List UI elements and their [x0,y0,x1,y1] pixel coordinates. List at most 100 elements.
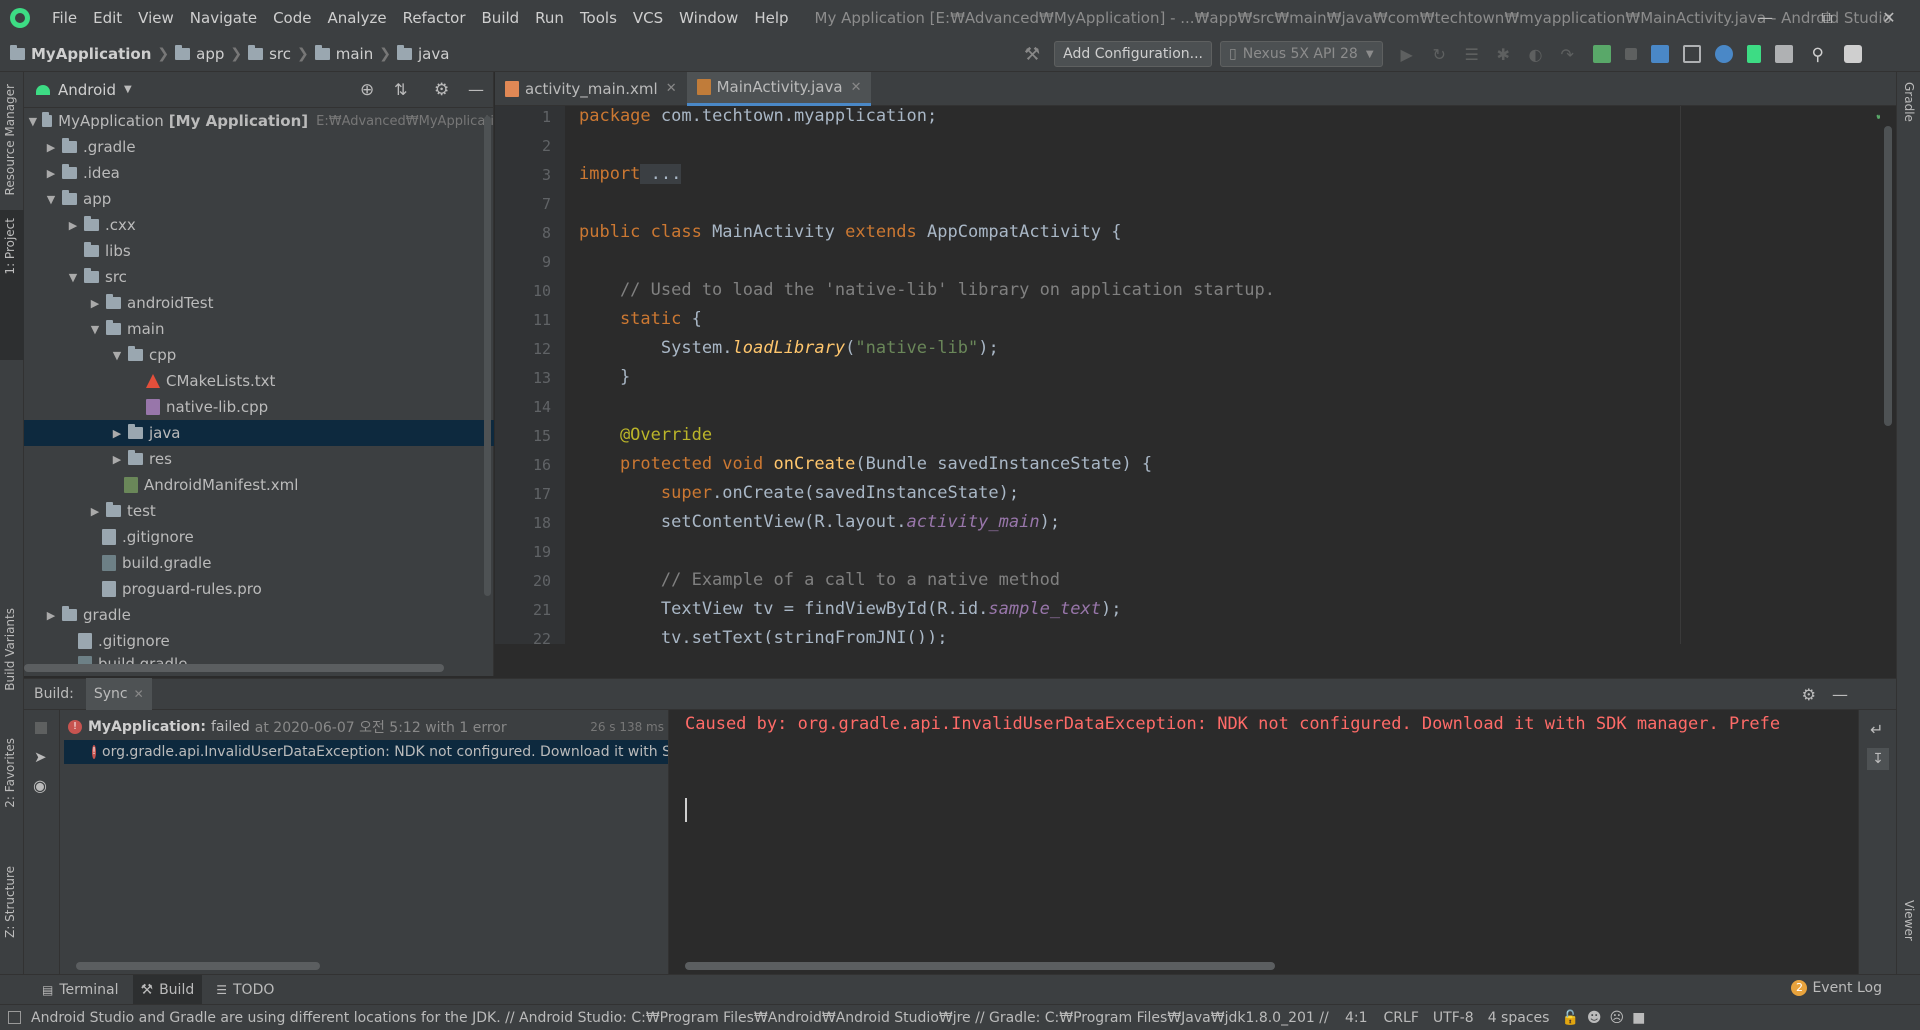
chevron-down-icon[interactable]: ▼ [124,84,132,95]
tab-todo[interactable]: ☰ TODO [216,982,274,998]
menu-file[interactable]: File [44,0,85,36]
favorites-tab[interactable]: 2: Favorites [3,738,17,808]
sdk-manager-icon[interactable] [1714,45,1733,63]
tab-main-activity[interactable]: MainActivity.java ✕ [686,71,872,106]
vertical-scrollbar[interactable] [484,116,491,596]
menu-tools[interactable]: Tools [572,0,625,36]
close-tab-icon[interactable]: ✕ [666,81,677,96]
build-tree-root[interactable]: ! MyApplication: failed at 2020-06-07 오전… [68,716,664,738]
editor-scrollbar-track[interactable] [1880,106,1896,644]
collapsed-arrow-icon[interactable]: ▶ [44,167,58,180]
expanded-arrow-icon[interactable]: ▼ [88,323,102,336]
breadcrumb-src[interactable]: src [269,45,291,63]
collapsed-arrow-icon[interactable]: ▶ [44,141,58,154]
layout-inspector-icon[interactable] [1774,45,1793,63]
editor-scrollbar-thumb[interactable] [1884,126,1892,426]
close-tab-icon[interactable]: ✕ [851,80,862,95]
search-icon[interactable]: ⚲ [1812,45,1830,65]
build-error-item[interactable]: ! org.gradle.api.InvalidUserDataExceptio… [64,740,668,764]
caret-position[interactable]: 4:1 [1345,1010,1368,1026]
lock-icon[interactable]: 🔓 [1561,1010,1578,1026]
tree-item-java[interactable]: ▶ java [24,420,494,446]
horizontal-scrollbar[interactable] [685,962,1275,970]
project-tab-active[interactable]: 1: Project [0,210,24,360]
apply-code-changes-icon[interactable]: ☰ [1465,45,1483,64]
tab-activity-main[interactable]: activity_main.xml ✕ [495,72,687,106]
breadcrumb-app[interactable]: app [196,45,224,63]
breadcrumb-java[interactable]: java [418,45,449,63]
menu-window[interactable]: Window [671,0,746,36]
tree-item-native-lib[interactable]: native-lib.cpp [24,394,494,420]
tree-item-res[interactable]: ▶ res [24,446,494,472]
menu-navigate[interactable]: Navigate [182,0,265,36]
expanded-arrow-icon[interactable]: ▼ [44,193,58,206]
tree-item-cxx[interactable]: ▶ .cxx [24,212,494,238]
tab-terminal[interactable]: ▤ Terminal [42,982,119,998]
build-log[interactable]: Caused by: org.gradle.api.InvalidUserDat… [668,710,1858,974]
tree-item-proguard[interactable]: proguard-rules.pro [24,576,494,602]
device-manager-icon[interactable] [1746,45,1761,63]
collapsed-arrow-icon[interactable]: ▶ [110,427,124,440]
gradle-tab[interactable]: Gradle [1902,82,1916,122]
avd-manager-icon[interactable] [1682,45,1701,63]
device-selector[interactable]: ▯ Nexus 5X API 28 ▼ [1220,41,1383,67]
structure-tab[interactable]: Z: Structure [3,866,17,938]
file-encoding[interactable]: UTF-8 [1433,1010,1474,1026]
attach-debugger-icon[interactable]: ↷ [1561,45,1579,64]
expanded-arrow-icon[interactable]: ▼ [110,349,124,362]
hide-panel-icon[interactable]: — [468,80,484,99]
breadcrumb-main[interactable]: main [336,45,373,63]
tree-item-gitignore[interactable]: .gitignore [24,524,494,550]
minimize-icon[interactable]: — [1734,0,1796,36]
sync-gradle-icon[interactable] [1592,45,1611,63]
hammer-icon[interactable]: ⚒ [1024,44,1040,65]
indent-setting[interactable]: 4 spaces [1488,1010,1550,1026]
apply-changes-icon[interactable]: ↻ [1433,45,1451,64]
tree-item-cpp[interactable]: ▼ cpp [24,342,494,368]
tree-item-root[interactable]: ▼ MyApplication [My Application] E:₩Adva… [24,108,494,134]
menu-refactor[interactable]: Refactor [395,0,474,36]
tree-item-cmakelists[interactable]: CMakeLists.txt [24,368,494,394]
viewer-tab[interactable]: Viewer [1902,900,1916,941]
eye-icon[interactable]: ◉ [33,776,47,795]
menu-help[interactable]: Help [746,0,796,36]
breadcrumb-project[interactable]: MyApplication [31,45,151,63]
tree-item-src[interactable]: ▼ src [24,264,494,290]
scroll-to-end-icon[interactable]: ↧ [1867,748,1889,770]
soft-wrap-icon[interactable]: ↵ [1870,720,1883,739]
tree-item-build-gradle[interactable]: build.gradle [24,550,494,576]
folded-imports[interactable]: ... [640,164,682,184]
event-log-tab[interactable]: 2 Event Log [1791,980,1882,996]
tree-item-gradle[interactable]: ▶ gradle [24,602,494,628]
line-separator[interactable]: CRLF [1384,1010,1419,1026]
code-editor[interactable]: package com.techtown.myapplication; impo… [565,106,1880,644]
project-tab[interactable]: 1: Project [3,218,17,275]
resource-manager-tab[interactable]: Resource Manager [3,84,17,195]
add-configuration-button[interactable]: Add Configuration... [1054,41,1212,67]
tree-item-manifest[interactable]: AndroidManifest.xml [24,472,494,498]
menu-run[interactable]: Run [527,0,572,36]
close-icon[interactable]: ✕ [1858,0,1920,36]
menu-build[interactable]: Build [474,0,528,36]
horizontal-scrollbar[interactable] [24,664,444,672]
collapsed-arrow-icon[interactable]: ▶ [66,219,80,232]
project-view-selector[interactable]: Android [58,81,116,99]
tree-item-libs[interactable]: libs [24,238,494,264]
restore-icon[interactable]: ⧉ [1796,0,1858,36]
notifications-icon[interactable]: ■ [1632,1010,1645,1026]
project-structure-icon[interactable] [1650,45,1669,63]
collapsed-arrow-icon[interactable]: ▶ [88,297,102,310]
expanded-arrow-icon[interactable]: ▼ [28,115,38,128]
hide-panel-icon[interactable]: — [1832,685,1848,704]
tab-sync[interactable]: Sync ✕ [85,678,152,710]
debug-icon[interactable]: ✱ [1497,45,1515,64]
tree-item-main[interactable]: ▼ main [24,316,494,342]
tree-item-androidtest[interactable]: ▶ androidTest [24,290,494,316]
tree-item-test[interactable]: ▶ test [24,498,494,524]
stop-icon[interactable] [1624,48,1637,60]
sad-face-icon[interactable]: ☹ [1609,1010,1624,1026]
menu-vcs[interactable]: VCS [625,0,671,36]
smiley-icon[interactable]: ☻ [1587,1010,1602,1026]
menu-analyze[interactable]: Analyze [319,0,394,36]
tree-item-root-gitignore[interactable]: .gitignore [24,628,494,654]
